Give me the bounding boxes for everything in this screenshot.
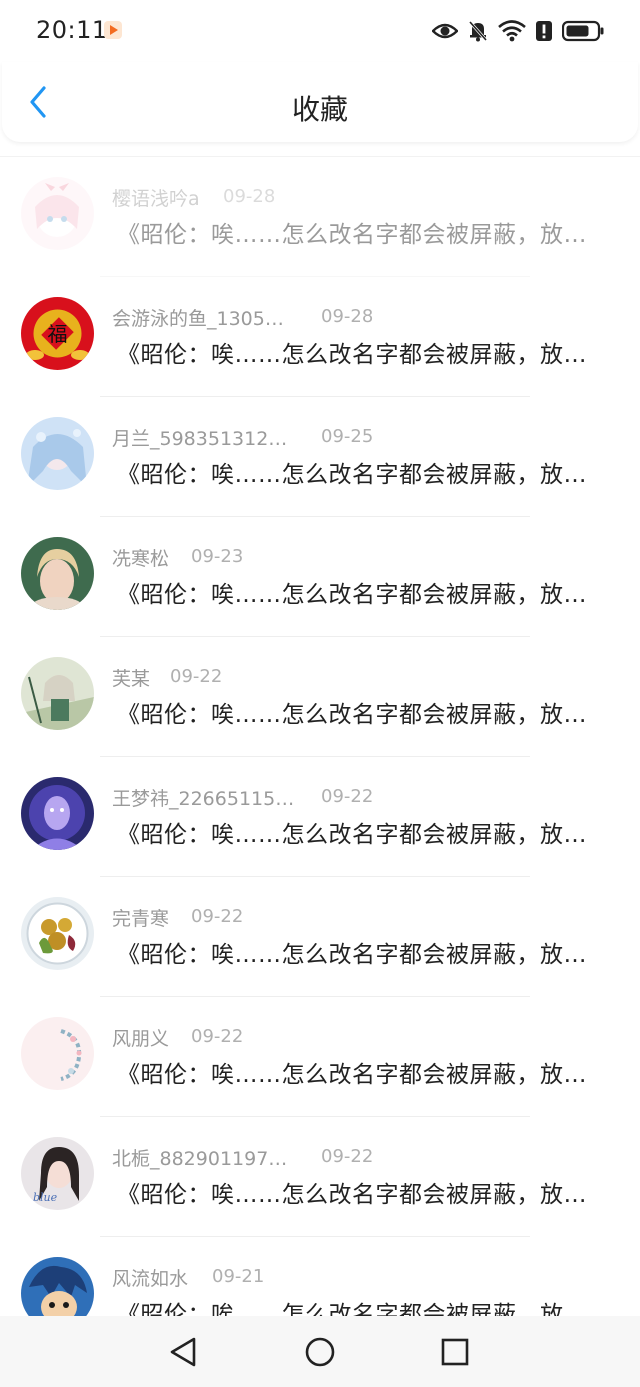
item-date: 09-22 <box>321 786 374 807</box>
avatar[interactable] <box>21 417 94 490</box>
item-date: 09-22 <box>321 1146 374 1167</box>
user-name[interactable]: 会游泳的鱼_1305… <box>112 304 284 331</box>
list-item[interactable]: 樱语浅吟a 09-28 《昭伦：唉……怎么改名字都会被屏蔽，放… <box>0 157 640 277</box>
item-date: 09-21 <box>212 1266 265 1287</box>
item-date: 09-23 <box>191 546 244 567</box>
list-item[interactable]: 风流如水 09-21 《昭伦：唉……怎么改名字都会被屏蔽，放… <box>0 1237 640 1316</box>
item-date: 09-28 <box>223 186 276 207</box>
user-name[interactable]: 樱语浅吟a <box>112 184 200 211</box>
header-bar: 收藏 <box>2 62 638 142</box>
list-item[interactable]: 风朋义 09-22 《昭伦：唉……怎么改名字都会被屏蔽，放… <box>0 997 640 1117</box>
avatar[interactable] <box>21 1017 94 1090</box>
avatar[interactable] <box>21 657 94 730</box>
avatar[interactable] <box>21 897 94 970</box>
user-name[interactable]: 风朋义 <box>112 1024 169 1051</box>
item-text[interactable]: 《昭伦：唉……怎么改名字都会被屏蔽，放… <box>117 815 607 849</box>
nav-home-button[interactable] <box>302 1334 338 1370</box>
item-text[interactable]: 《昭伦：唉……怎么改名字都会被屏蔽，放… <box>117 215 607 249</box>
page-title: 收藏 <box>291 93 348 126</box>
list-item[interactable]: 福 会游泳的鱼_1305… 09-28 《昭伦：唉……怎么改名字都会被屏蔽，放… <box>0 277 640 397</box>
item-text[interactable]: 《昭伦：唉……怎么改名字都会被屏蔽，放… <box>117 575 607 609</box>
user-name[interactable]: 完青寒 <box>112 904 169 931</box>
alert-icon <box>536 21 552 41</box>
avatar[interactable] <box>21 777 94 850</box>
user-name[interactable]: 北栀_882901197… <box>112 1144 287 1171</box>
list-item[interactable]: 完青寒 09-22 《昭伦：唉……怎么改名字都会被屏蔽，放… <box>0 877 640 997</box>
wifi-icon <box>498 20 526 42</box>
list-item[interactable]: blue 北栀_882901197… 09-22 《昭伦：唉……怎么改名字都会被… <box>0 1117 640 1237</box>
nav-back-button[interactable] <box>165 1334 201 1370</box>
item-text[interactable]: 《昭伦：唉……怎么改名字都会被屏蔽，放… <box>117 935 607 969</box>
item-date: 09-22 <box>191 1026 244 1047</box>
favorites-list[interactable]: 樱语浅吟a 09-28 《昭伦：唉……怎么改名字都会被屏蔽，放… 福 会游泳的鱼… <box>0 156 640 1316</box>
item-text[interactable]: 《昭伦：唉……怎么改名字都会被屏蔽，放… <box>117 455 607 489</box>
item-text[interactable]: 《昭伦：唉……怎么改名字都会被屏蔽，放… <box>117 1295 607 1316</box>
user-name[interactable]: 风流如水 <box>112 1264 188 1291</box>
battery-icon <box>562 20 604 42</box>
status-time: 20:11 <box>36 16 108 44</box>
avatar[interactable] <box>21 1257 94 1316</box>
item-date: 09-22 <box>170 666 223 687</box>
nav-recents-button[interactable] <box>437 1334 473 1370</box>
status-bar: 20:11 <box>0 0 640 62</box>
user-name[interactable]: 冼寒松 <box>112 544 169 571</box>
item-text[interactable]: 《昭伦：唉……怎么改名字都会被屏蔽，放… <box>117 695 607 729</box>
list-item[interactable]: 月兰_598351312… 09-25 《昭伦：唉……怎么改名字都会被屏蔽，放… <box>0 397 640 517</box>
item-date: 09-22 <box>191 906 244 927</box>
user-name[interactable]: 月兰_598351312… <box>112 424 287 451</box>
avatar[interactable]: blue <box>21 1137 94 1210</box>
item-date: 09-28 <box>321 306 374 327</box>
item-text[interactable]: 《昭伦：唉……怎么改名字都会被屏蔽，放… <box>117 335 607 369</box>
list-item[interactable]: 冼寒松 09-23 《昭伦：唉……怎么改名字都会被屏蔽，放… <box>0 517 640 637</box>
list-item[interactable]: 芙某 09-22 《昭伦：唉……怎么改名字都会被屏蔽，放… <box>0 637 640 757</box>
svg-text:blue: blue <box>33 1191 58 1204</box>
avatar[interactable] <box>21 177 94 250</box>
avatar[interactable]: 福 <box>21 297 94 370</box>
item-text[interactable]: 《昭伦：唉……怎么改名字都会被屏蔽，放… <box>117 1055 607 1089</box>
item-text[interactable]: 《昭伦：唉……怎么改名字都会被屏蔽，放… <box>117 1175 607 1209</box>
eye-icon <box>432 23 458 39</box>
svg-text:福: 福 <box>48 322 68 346</box>
avatar[interactable] <box>21 537 94 610</box>
back-triangle-icon <box>170 1337 196 1367</box>
bell-off-icon <box>468 21 488 42</box>
status-icons <box>432 16 604 46</box>
list-item[interactable]: 王梦祎_22665115… 09-22 《昭伦：唉……怎么改名字都会被屏蔽，放… <box>0 757 640 877</box>
recents-square-icon <box>441 1338 469 1366</box>
system-nav-bar <box>0 1316 640 1387</box>
item-date: 09-25 <box>321 426 374 447</box>
user-name[interactable]: 芙某 <box>112 664 150 691</box>
user-name[interactable]: 王梦祎_22665115… <box>112 784 294 811</box>
home-circle-icon <box>305 1337 335 1367</box>
app-notification-icon <box>104 21 122 39</box>
